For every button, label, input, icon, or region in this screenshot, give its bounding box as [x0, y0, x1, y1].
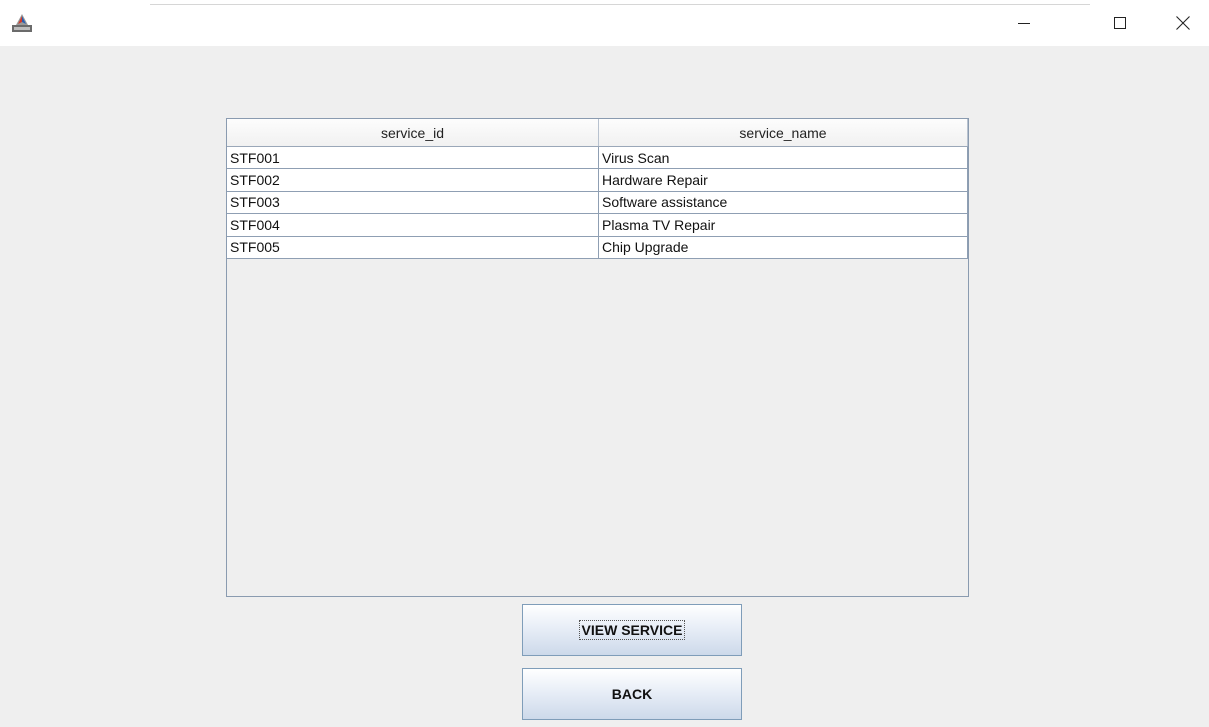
table-row[interactable]: STF004 Plasma TV Repair	[227, 214, 968, 237]
window-titlebar	[0, 0, 1209, 46]
cell-service-name[interactable]: Plasma TV Repair	[599, 214, 968, 236]
cell-service-name[interactable]: Virus Scan	[599, 147, 968, 169]
cell-service-id[interactable]: STF001	[227, 147, 599, 169]
maximize-icon	[1114, 17, 1126, 29]
maximize-button[interactable]	[1097, 0, 1143, 46]
view-service-button[interactable]: VIEW SERVICE	[522, 604, 742, 656]
table-row[interactable]: STF005 Chip Upgrade	[227, 236, 968, 259]
minimize-button[interactable]	[1001, 0, 1047, 46]
cell-service-id[interactable]: STF003	[227, 191, 599, 214]
minimize-icon	[1018, 17, 1030, 29]
cell-service-name[interactable]: Chip Upgrade	[599, 236, 968, 258]
services-table[interactable]: service_id service_name STF001 Virus Sca…	[226, 118, 969, 597]
column-header-service-name[interactable]: service_name	[599, 119, 968, 146]
table-row[interactable]: STF002 Hardware Repair	[227, 169, 968, 192]
back-label: BACK	[611, 686, 653, 702]
back-button[interactable]: BACK	[522, 668, 742, 720]
table-row[interactable]: STF001 Virus Scan	[227, 147, 968, 170]
cell-service-name[interactable]: Software assistance	[599, 191, 968, 214]
cell-service-id[interactable]: STF004	[227, 214, 599, 236]
column-header-service-id[interactable]: service_id	[227, 119, 599, 146]
table-header: service_id service_name	[227, 119, 968, 147]
view-service-label: VIEW SERVICE	[578, 620, 686, 640]
close-button[interactable]	[1160, 0, 1206, 46]
close-icon	[1176, 16, 1190, 30]
java-app-icon	[11, 12, 33, 34]
cell-service-id[interactable]: STF002	[227, 169, 599, 191]
content-pane: service_id service_name STF001 Virus Sca…	[0, 46, 1209, 727]
cell-service-name[interactable]: Hardware Repair	[599, 169, 968, 191]
titlebar-divider	[150, 4, 1090, 5]
table-row[interactable]: STF003 Software assistance	[227, 191, 968, 215]
cell-service-id[interactable]: STF005	[227, 236, 599, 258]
